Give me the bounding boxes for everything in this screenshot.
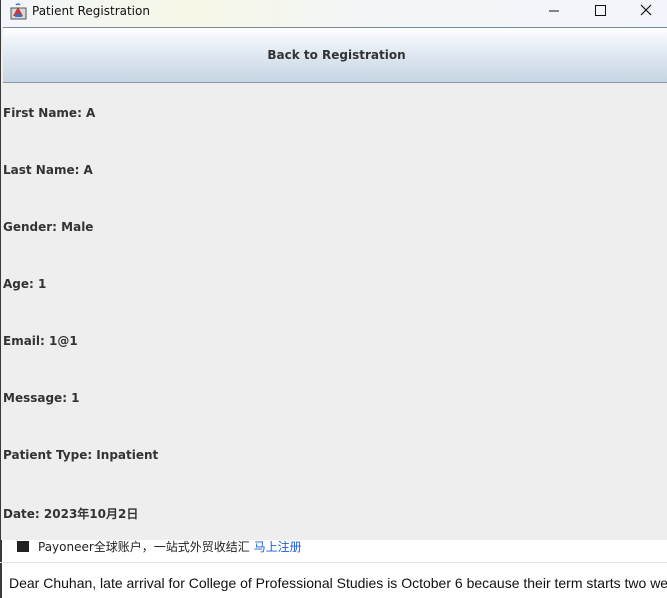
java-app-icon bbox=[10, 3, 27, 20]
date-label: Date: 2023年10月2日 bbox=[3, 507, 139, 521]
email-preview-text: Dear Chuhan, late arrival for College of… bbox=[9, 575, 667, 591]
ad-register-link[interactable]: 马上注册 bbox=[254, 540, 302, 554]
patient-type-label: Patient Type: Inpatient bbox=[3, 448, 159, 462]
close-icon bbox=[640, 4, 652, 16]
age-label: Age: 1 bbox=[3, 277, 47, 291]
window-title: Patient Registration bbox=[32, 4, 150, 18]
first-name-label: First Name: A bbox=[3, 106, 96, 120]
back-button-label: Back to Registration bbox=[267, 48, 406, 62]
maximize-button[interactable] bbox=[577, 0, 623, 22]
ad-icon bbox=[17, 541, 29, 552]
back-to-registration-button[interactable]: Back to Registration bbox=[3, 27, 667, 83]
last-name-label: Last Name: A bbox=[3, 163, 93, 177]
ad-text: Payoneer全球账户，一站式外贸收结汇 bbox=[38, 540, 250, 554]
background-border bbox=[0, 540, 2, 598]
minimize-icon bbox=[549, 10, 559, 12]
email-label: Email: 1@1 bbox=[3, 334, 78, 348]
close-button[interactable] bbox=[622, 0, 667, 22]
title-bar[interactable]: Patient Registration bbox=[1, 0, 667, 27]
background-divider bbox=[0, 562, 667, 563]
patient-registration-window: Patient Registration Back to Registratio… bbox=[0, 0, 667, 540]
message-label: Message: 1 bbox=[3, 391, 80, 405]
gender-label: Gender: Male bbox=[3, 220, 94, 234]
maximize-icon bbox=[595, 5, 606, 16]
minimize-button[interactable] bbox=[531, 0, 577, 22]
ad-line: Payoneer全球账户，一站式外贸收结汇 马上注册 bbox=[17, 538, 302, 555]
